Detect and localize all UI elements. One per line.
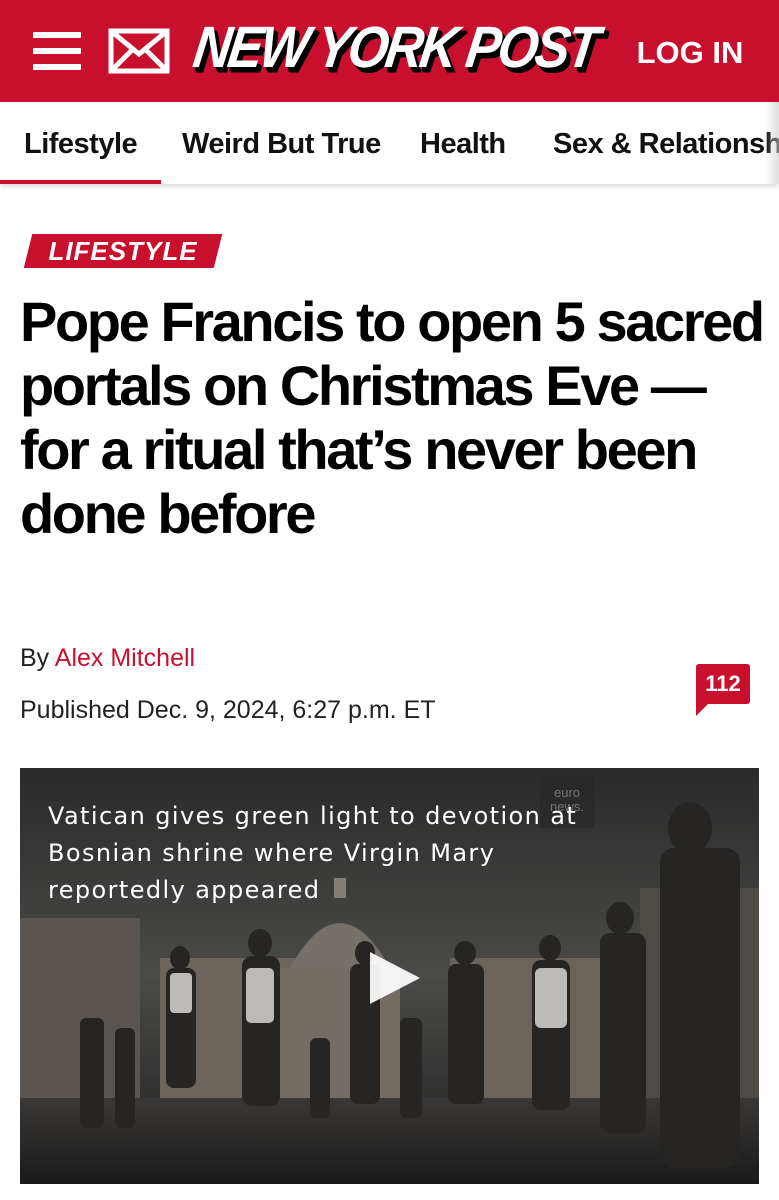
byline-prefix: By [20,644,50,672]
tab-sex-relationships[interactable]: Sex & Relationships [553,124,779,164]
author-link[interactable]: Alex Mitchell [55,644,195,672]
kicker-label: LIFESTYLE [48,236,198,266]
section-kicker[interactable]: LIFESTYLE [23,234,223,268]
byline: By Alex Mitchell [20,642,195,674]
play-icon[interactable] [364,948,424,1008]
video-title: Vatican gives green light to devotion at… [48,802,578,904]
hamburger-icon[interactable] [33,30,83,72]
video-player[interactable]: euro news. Vatican gives green light to … [20,768,759,1184]
published-date: Published Dec. 9, 2024, 6:27 p.m. ET [20,696,436,724]
mail-icon[interactable] [108,28,170,74]
logo-text: NEW YORK POST [189,15,601,81]
login-button[interactable]: LOG IN [630,33,750,73]
section-nav: Lifestyle Weird But True Health Sex & Re… [0,102,779,184]
site-header: NEW YORK POST LOG IN [0,0,779,102]
tab-weird-but-true[interactable]: Weird But True [182,124,381,164]
tab-health[interactable]: Health [420,124,506,164]
tab-lifestyle[interactable]: Lifestyle [0,124,162,184]
comment-count-button[interactable]: 112 [696,664,750,716]
nav-scroll-fade [765,102,779,184]
article-headline: Pope Francis to open 5 sacred portals on… [20,290,765,545]
site-logo[interactable]: NEW YORK POST [189,16,600,86]
comment-count: 112 [705,671,741,696]
